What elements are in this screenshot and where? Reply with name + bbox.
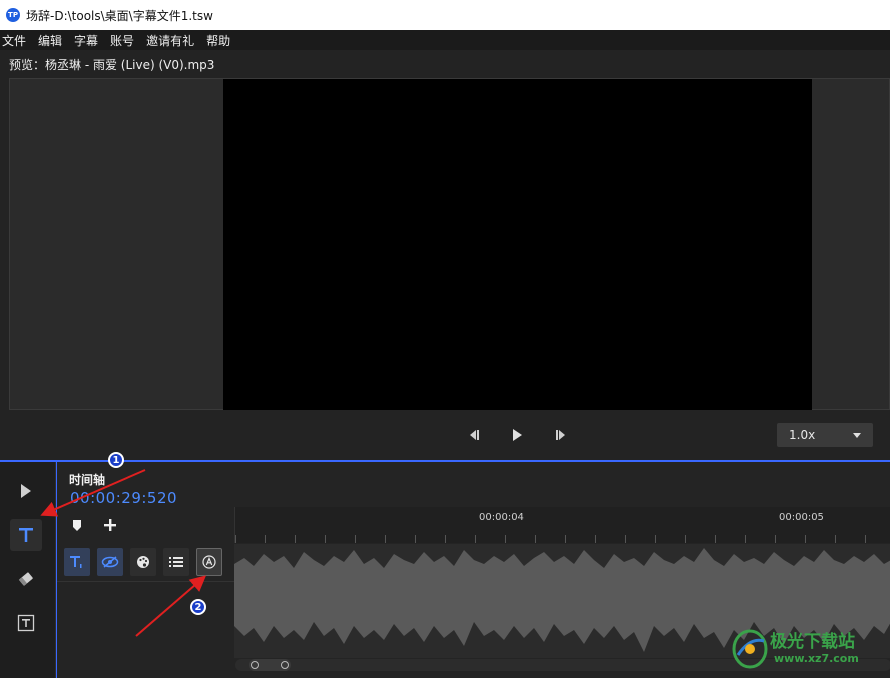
text-tool-icon[interactable] — [10, 519, 42, 551]
waveform-upper[interactable] — [234, 544, 890, 582]
scroll-handle[interactable] — [249, 659, 291, 671]
dropdown-arrow-icon — [853, 432, 861, 438]
app-logo-icon: TP — [6, 8, 20, 22]
menu-invite[interactable]: 邀请有礼 — [146, 32, 194, 49]
menu-account[interactable]: 账号 — [110, 32, 134, 49]
timeline-title: 时间轴 — [69, 473, 106, 487]
ruler-label: 00:00:04 — [479, 512, 524, 523]
ruler-label: 00:00:05 — [779, 512, 824, 523]
list-icon[interactable] — [163, 548, 189, 576]
menu-subtitle[interactable]: 字幕 — [74, 32, 98, 49]
next-frame-icon[interactable] — [552, 426, 570, 444]
track-toolbar — [59, 544, 234, 580]
watermark: 极光下载站 www.xz7.com — [730, 625, 885, 673]
playback-controls — [0, 412, 890, 458]
menu-file[interactable]: 文件 — [2, 32, 26, 49]
watermark-url: www.xz7.com — [774, 652, 859, 665]
tool-strip — [0, 462, 56, 678]
marker-icon[interactable] — [67, 515, 87, 535]
preview-label: 预览：杨丞琳 - 雨爱 (Live) (V0).mp3 — [9, 58, 215, 72]
menu-bar: 文件 编辑 字幕 账号 邀请有礼 帮助 — [0, 30, 890, 50]
add-icon[interactable] — [100, 515, 120, 535]
annotation-badge-2: 2 — [190, 599, 206, 615]
auto-align-icon[interactable] — [196, 548, 222, 576]
eraser-tool-icon[interactable] — [10, 563, 42, 595]
speed-dropdown[interactable]: 1.0x — [777, 423, 873, 447]
subtitle-track-icon[interactable] — [64, 548, 90, 576]
play-icon[interactable] — [508, 426, 526, 444]
timeline-ruler[interactable]: 00:00:04 00:00:05 — [234, 507, 890, 543]
palette-icon[interactable] — [130, 548, 156, 576]
menu-help[interactable]: 帮助 — [206, 32, 230, 49]
select-tool-icon[interactable] — [10, 475, 42, 507]
visibility-toggle-icon[interactable] — [97, 548, 123, 576]
video-preview-panel — [9, 78, 890, 410]
text-box-tool-icon[interactable] — [10, 607, 42, 639]
watermark-text: 极光下载站 — [770, 632, 855, 652]
ruler-ticks — [235, 535, 890, 543]
title-bar: TP 场辞-D:\tools\桌面\字幕文件1.tsw — [0, 0, 890, 30]
track-separator — [57, 581, 234, 582]
watermark-logo-icon — [732, 629, 768, 669]
video-screen[interactable] — [223, 79, 812, 410]
speed-value: 1.0x — [789, 428, 816, 442]
window-title: 场辞-D:\tools\桌面\字幕文件1.tsw — [26, 8, 213, 23]
annotation-badge-1: 1 — [108, 452, 124, 468]
scroll-start-handle[interactable] — [251, 661, 259, 669]
scroll-end-handle[interactable] — [281, 661, 289, 669]
menu-edit[interactable]: 编辑 — [38, 32, 62, 49]
timeline-current-time: 00:00:29:520 — [70, 489, 178, 507]
prev-frame-icon[interactable] — [465, 426, 483, 444]
